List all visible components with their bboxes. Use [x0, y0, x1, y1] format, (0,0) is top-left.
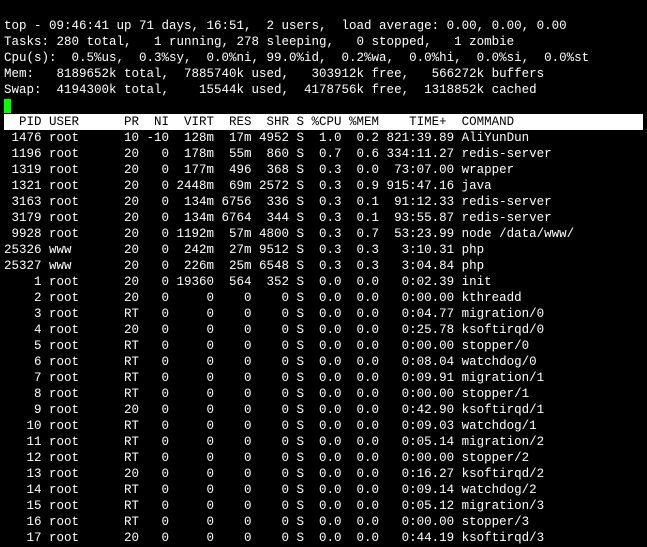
summary-line-3: Cpu(s): 0.5%us, 0.3%sy, 0.0%ni, 99.0%id,… [4, 51, 589, 65]
summary-line-4: Mem: 8189652k total, 7885740k used, 3039… [4, 67, 544, 81]
terminal-output[interactable]: top - 09:46:41 up 71 days, 16:51, 2 user… [0, 0, 647, 547]
summary-line-2: Tasks: 280 total, 1 running, 278 sleepin… [4, 35, 514, 49]
columns-header: PID USER PR NI VIRT RES SHR S %CPU %MEM … [4, 114, 643, 130]
summary-line-1: top - 09:46:41 up 71 days, 16:51, 2 user… [4, 19, 567, 33]
process-list[interactable]: 1476 root 10 -10 128m 17m 4952 S 1.0 0.2… [4, 131, 574, 547]
cursor [4, 99, 11, 113]
summary-line-5: Swap: 4194300k total, 15544k used, 41787… [4, 83, 537, 97]
